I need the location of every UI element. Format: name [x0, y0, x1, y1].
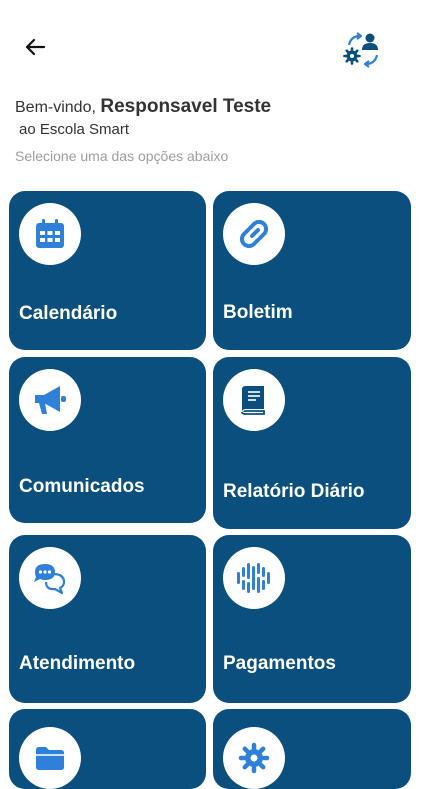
folder-icon-badge [19, 727, 81, 789]
greeting-text: Bem-vindo, [15, 99, 101, 116]
menu-card-label: Boletim [223, 302, 293, 323]
menu-card-calendario[interactable]: Calendário [9, 191, 206, 350]
menu-card-label: Atendimento [19, 653, 136, 674]
chat-icon-badge [19, 547, 81, 609]
menu-card-boletim[interactable]: Boletim [213, 191, 411, 350]
menu-card-label: Relatório Diário [223, 481, 365, 502]
book-icon-badge [223, 369, 285, 431]
arrow-left-icon [25, 38, 46, 56]
menu-card-comunicados[interactable]: Comunicados [9, 357, 206, 523]
menu-card-atendimento[interactable]: Atendimento [9, 535, 206, 703]
menu-card-label: Calendário [19, 303, 118, 324]
megaphone-icon-badge [19, 369, 81, 431]
folder-icon [36, 747, 64, 770]
switch-user-icon [343, 32, 379, 68]
chat-bubbles-icon [34, 564, 66, 595]
gear-icon-badge [223, 727, 285, 789]
menu-card-label: Pagamentos [223, 653, 336, 674]
gear-icon [238, 742, 270, 774]
barcode-icon [237, 563, 270, 593]
calendar-icon [36, 219, 64, 248]
book-icon [241, 386, 265, 415]
calendar-icon-badge [19, 203, 81, 265]
switch-profile-button[interactable] [338, 28, 388, 72]
school-name: ao Escola Smart [19, 121, 130, 138]
back-button[interactable] [16, 28, 54, 66]
barcode-icon-badge [223, 547, 285, 609]
menu-card-settings[interactable] [213, 709, 411, 789]
link-icon [239, 219, 269, 249]
user-name: Responsavel Teste [100, 96, 272, 117]
instruction-text: Selecione uma das opções abaixo [15, 148, 229, 164]
link-icon-badge [223, 203, 285, 265]
megaphone-icon [35, 386, 66, 414]
welcome-heading: Bem-vindo, Responsavel Teste [15, 96, 395, 118]
menu-card-label: Comunicados [19, 476, 145, 497]
menu-card-pagamentos[interactable]: Pagamentos [213, 535, 411, 703]
menu-card-relatorio-diario[interactable]: Relatório Diário [213, 357, 411, 529]
menu-card-folder[interactable] [9, 709, 206, 789]
